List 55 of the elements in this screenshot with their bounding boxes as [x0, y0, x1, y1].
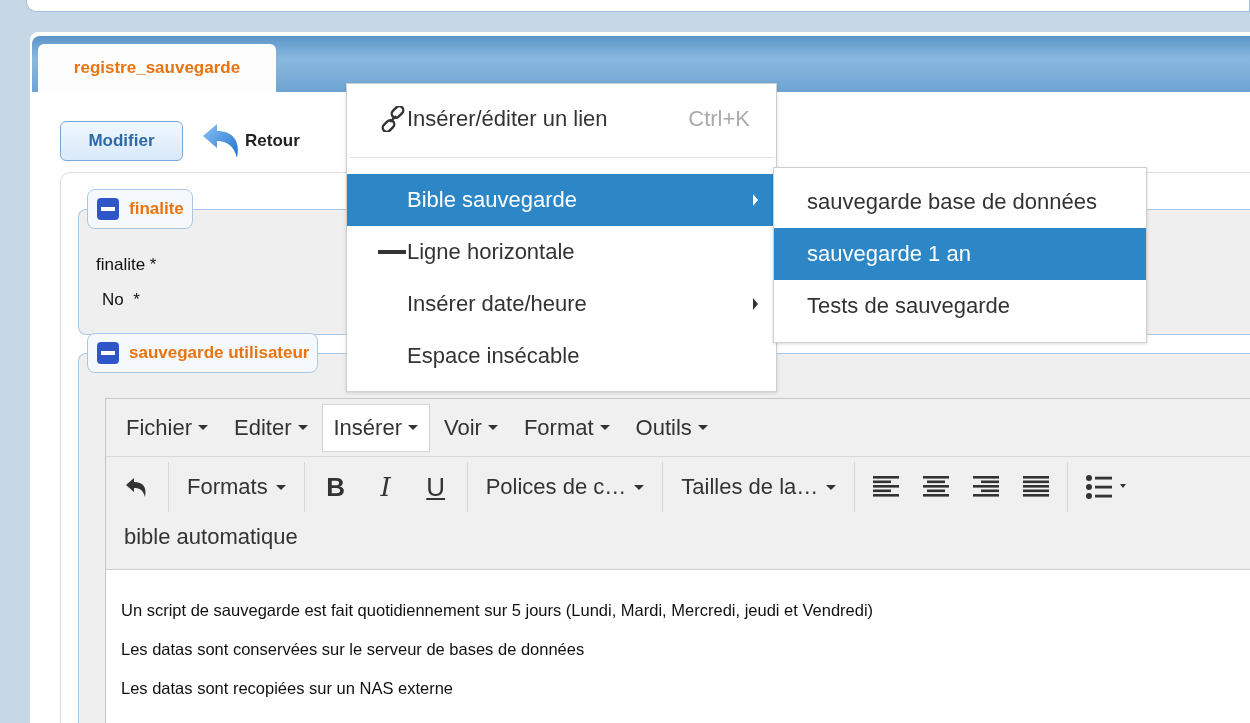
collapse-icon[interactable] [96, 197, 120, 221]
legend-title: sauvegarde utilisateur [129, 343, 310, 363]
link-icon [380, 106, 406, 132]
field-label: finalite * [96, 254, 157, 276]
paragraph: Les datas sont conservées sur le serveur de bases de données [121, 639, 586, 660]
caret-icon [275, 484, 286, 490]
menu-label: Bible sauvegarde [407, 187, 578, 213]
align-center-icon [923, 476, 950, 498]
dropdown-button[interactable]: Tailles de la… [671, 465, 847, 509]
dropdown-item[interactable]: Insérer/éditer un lien Ctrl+K [347, 84, 776, 154]
paragraph: Un script de sauvegarde est fait quotidiennement sur 5 jours (Lundi, Mardi, Mercredi, jeudi et Vendredi) [121, 600, 875, 621]
bible-button[interactable]: bible automatique [114, 517, 308, 557]
menu-label: Espace insécable [407, 343, 581, 369]
paragraph: Les datas sont recopiées sur un NAS externe [121, 678, 455, 699]
underline-button[interactable]: U [412, 465, 459, 509]
menu-item[interactable]: Outils [623, 403, 720, 452]
field-label: No * [102, 289, 140, 311]
bold-button[interactable]: B [312, 465, 359, 509]
caret-icon [408, 425, 418, 430]
italic-button[interactable]: I [362, 465, 409, 509]
caret-icon [634, 484, 645, 490]
edit-button[interactable]: Modifier [60, 121, 183, 161]
caret-icon [198, 425, 208, 430]
bullet-list-icon [1086, 475, 1127, 499]
menu-item[interactable]: Voir [432, 403, 510, 452]
menu-item[interactable]: Format [511, 403, 622, 452]
dropdown-item[interactable]: Bible sauvegarde [347, 174, 776, 226]
submenu-item[interactable]: Tests de sauvegarde [774, 280, 1146, 332]
dropdown-item[interactable]: Insérer date/heure [347, 278, 776, 330]
caret-icon [297, 425, 308, 430]
collapse-icon[interactable] [96, 341, 120, 365]
align-left-icon [873, 476, 900, 498]
submenu-item[interactable]: sauvegarde base de données [774, 176, 1146, 228]
legend-title: finalite [129, 199, 184, 219]
dropdown-item[interactable]: Ligne horizontale [347, 226, 776, 278]
dropdown-button[interactable]: Polices de c… [475, 465, 655, 509]
caret-icon [826, 484, 837, 490]
menu-label: Ligne horizontale [407, 239, 576, 265]
align-right-icon [973, 476, 1000, 498]
submenu-arrow-icon [753, 298, 758, 310]
menu-label: Insérer date/heure [407, 291, 588, 317]
dropdown-item[interactable]: Espace insécable [347, 330, 776, 382]
shortcut-text: Ctrl+K [688, 106, 750, 132]
menu-label: Insérer/éditer un lien [407, 106, 609, 132]
caret-icon [487, 425, 498, 430]
caret-icon [599, 425, 610, 430]
caret-icon [697, 425, 708, 430]
align-justify-icon [1023, 476, 1050, 498]
menu-item[interactable]: Editer [222, 403, 320, 452]
menu-item[interactable]: Insérer [321, 403, 430, 452]
back-link[interactable]: Retour [245, 131, 300, 151]
dropdown-button[interactable]: Formats [177, 465, 296, 509]
submenu-arrow-icon [753, 194, 758, 206]
submenu-item[interactable]: sauvegarde 1 an [774, 228, 1146, 280]
menu-item[interactable]: Fichier [114, 403, 220, 452]
